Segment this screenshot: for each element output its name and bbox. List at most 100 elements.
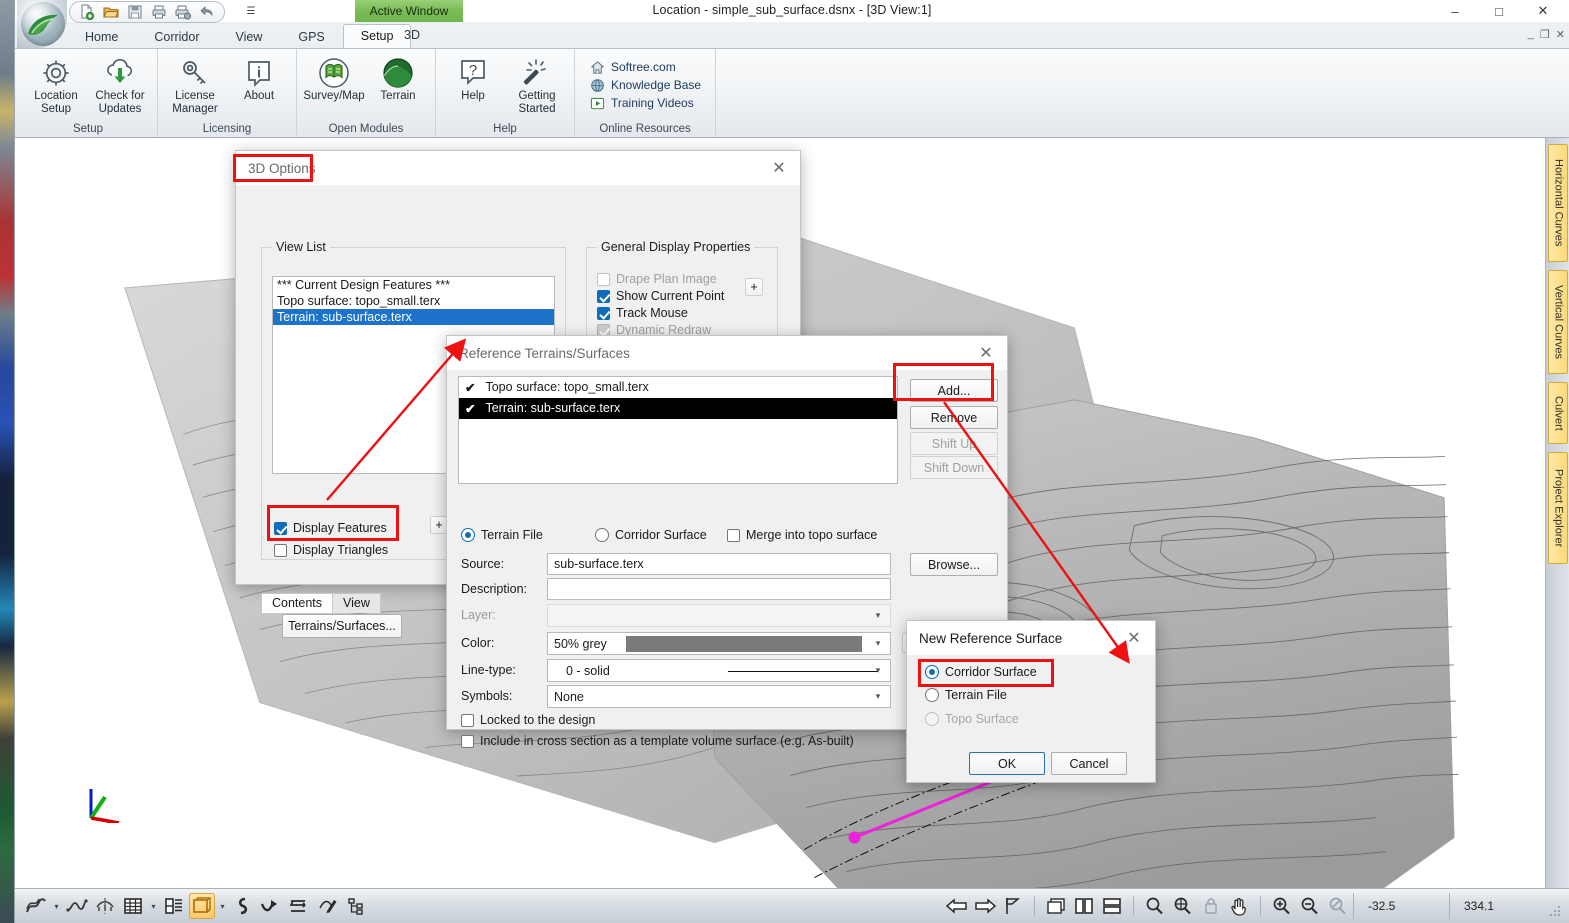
chevron-down-icon[interactable]: ▾ — [148, 893, 159, 919]
quick-access-more-icon[interactable]: ☰ — [243, 3, 259, 19]
alignment-curve-icon[interactable] — [23, 893, 49, 919]
chevron-down-icon[interactable]: ▾ — [217, 893, 228, 919]
link-softree-com[interactable]: Softree.com — [589, 58, 701, 76]
close-icon[interactable]: ✕ — [965, 336, 1007, 370]
print-icon[interactable] — [148, 3, 170, 21]
check-for-updates-button[interactable]: Check for Updates — [89, 52, 151, 116]
chevron-down-icon[interactable]: ▾ — [51, 893, 62, 919]
help-button[interactable]: ? Help — [442, 52, 504, 103]
corridor-surface-radio[interactable]: Corridor Surface — [595, 528, 707, 542]
color-dropdown[interactable]: 50% grey ▾ — [547, 632, 891, 655]
merge-into-topo-checkbox[interactable]: Merge into topo surface — [727, 528, 877, 542]
tab-contents[interactable]: Contents — [261, 593, 334, 613]
linetype-dropdown[interactable]: 0 - solid ▾ — [547, 659, 891, 682]
remove-button[interactable]: Remove — [910, 406, 998, 429]
undo-icon[interactable] — [196, 3, 218, 21]
tree-structure-icon[interactable] — [342, 893, 368, 919]
reference-list-item-topo-surface[interactable]: ✔ Topo surface: topo_small.terx — [459, 377, 897, 398]
zoom-extents-icon[interactable] — [1170, 893, 1196, 919]
lock-icon[interactable] — [1198, 893, 1224, 919]
add-button[interactable]: Add... — [910, 379, 998, 402]
print-setup-icon[interactable] — [172, 3, 194, 21]
cascade-windows-icon[interactable] — [1043, 893, 1069, 919]
pencil-edit-icon[interactable] — [314, 893, 340, 919]
open-folder-icon[interactable] — [100, 3, 122, 21]
terrain-button[interactable]: Terrain — [367, 52, 429, 103]
track-mouse-checkbox[interactable]: Track Mouse — [597, 306, 767, 320]
cancel-button[interactable]: Cancel — [1051, 752, 1127, 775]
terrain-file-radio[interactable]: Terrain File — [925, 688, 1007, 702]
drape-plan-image-plus-button[interactable]: + — [745, 278, 763, 296]
reference-surfaces-list[interactable]: ✔ Topo surface: topo_small.terx ✔ Terrai… — [458, 376, 898, 484]
display-features-checkbox[interactable]: Display Features — [274, 521, 387, 535]
shift-up-button[interactable]: Shift Up — [910, 432, 998, 455]
check-mark-icon[interactable]: ✔ — [465, 401, 475, 416]
back-arrow-icon[interactable] — [944, 893, 970, 919]
terrains-surfaces-button[interactable]: Terrains/Surfaces... — [282, 614, 402, 638]
symbols-dropdown[interactable]: None ▾ — [547, 685, 891, 708]
close-button[interactable]: ✕ — [1521, 0, 1565, 22]
application-menu-button[interactable] — [17, 0, 67, 48]
source-input[interactable]: sub-surface.terx — [547, 553, 891, 575]
zoom-disabled-icon[interactable] — [1325, 893, 1351, 919]
survey-map-button[interactable]: Survey/Map — [303, 52, 365, 103]
check-mark-icon[interactable]: ✔ — [465, 380, 475, 395]
station-icon[interactable] — [92, 893, 118, 919]
curve-arrow-icon[interactable] — [258, 893, 284, 919]
link-knowledge-base[interactable]: Knowledge Base — [589, 76, 701, 94]
getting-started-button[interactable]: Getting Started — [506, 52, 568, 116]
forward-arrow-icon[interactable] — [972, 893, 998, 919]
tab-gps[interactable]: GPS — [280, 24, 342, 48]
3d-view-icon[interactable] — [189, 893, 215, 919]
active-window-tab[interactable]: Active Window — [355, 0, 463, 22]
tab-home[interactable]: Home — [67, 24, 136, 48]
drape-plan-image-checkbox[interactable]: Drape Plan Image — [597, 272, 767, 286]
tile-horizontal-icon[interactable] — [1099, 893, 1125, 919]
layer-dropdown[interactable]: ▾ — [547, 604, 891, 627]
browse-button[interactable]: Browse... — [910, 553, 998, 576]
locked-to-design-checkbox[interactable]: Locked to the design — [461, 713, 595, 727]
terrain-file-radio[interactable]: Terrain File — [461, 528, 543, 542]
mdi-restore-button[interactable]: ❐ — [1540, 28, 1550, 41]
save-icon[interactable] — [124, 3, 146, 21]
topo-surface-radio[interactable]: Topo Surface — [925, 712, 1019, 726]
polyline-icon[interactable] — [64, 893, 90, 919]
dock-tab-culvert[interactable]: Culvert — [1547, 382, 1568, 444]
link-training-videos[interactable]: Training Videos — [589, 94, 701, 112]
tab-3d[interactable]: 3D — [384, 23, 440, 47]
minimize-button[interactable]: – — [1433, 0, 1477, 22]
ok-button[interactable]: OK — [969, 752, 1045, 775]
zoom-icon[interactable] — [1142, 893, 1168, 919]
description-input[interactable] — [547, 578, 891, 600]
dock-tab-project-explorer[interactable]: Project Explorer — [1547, 452, 1568, 564]
mdi-minimize-button[interactable]: _ — [1528, 28, 1534, 41]
reference-list-item-terrain-sub-surface[interactable]: ✔ Terrain: sub-surface.terx — [459, 398, 897, 419]
view-list-item-current-design-features[interactable]: *** Current Design Features *** — [273, 277, 554, 293]
tab-view[interactable]: View — [218, 24, 281, 48]
shift-down-button[interactable]: Shift Down — [910, 456, 998, 479]
new-document-icon[interactable] — [76, 3, 98, 21]
about-button[interactable]: About — [228, 52, 290, 103]
grid-table-icon[interactable] — [120, 893, 146, 919]
view-list-item-topo-surface[interactable]: Topo surface: topo_small.terx — [273, 293, 554, 309]
display-triangles-checkbox[interactable]: Display Triangles — [274, 543, 388, 557]
pan-hand-icon[interactable] — [1226, 893, 1252, 919]
close-icon[interactable]: ✕ — [758, 151, 800, 185]
close-icon[interactable]: ✕ — [1113, 621, 1155, 655]
layout-panels-icon[interactable] — [161, 893, 187, 919]
dock-tab-vertical-curves[interactable]: Vertical Curves — [1547, 270, 1568, 374]
zoom-in-icon[interactable] — [1269, 893, 1295, 919]
maximize-button[interactable]: □ — [1477, 0, 1521, 22]
tab-view[interactable]: View — [332, 593, 381, 613]
show-current-point-checkbox[interactable]: Show Current Point — [597, 289, 767, 303]
include-cross-section-checkbox[interactable]: Include in cross section as a template v… — [461, 734, 854, 748]
tile-vertical-icon[interactable] — [1071, 893, 1097, 919]
tab-corridor[interactable]: Corridor — [136, 24, 217, 48]
corridor-surface-radio[interactable]: Corridor Surface — [925, 665, 1037, 679]
mdi-close-button[interactable]: ✕ — [1556, 28, 1565, 41]
profile-icon[interactable] — [230, 893, 256, 919]
view-list-item-terrain-sub-surface[interactable]: Terrain: sub-surface.terx — [273, 309, 554, 325]
zoom-out-icon[interactable] — [1297, 893, 1323, 919]
flag-icon[interactable] — [1000, 893, 1026, 919]
dock-tab-horizontal-curves[interactable]: Horizontal Curves — [1547, 144, 1568, 262]
